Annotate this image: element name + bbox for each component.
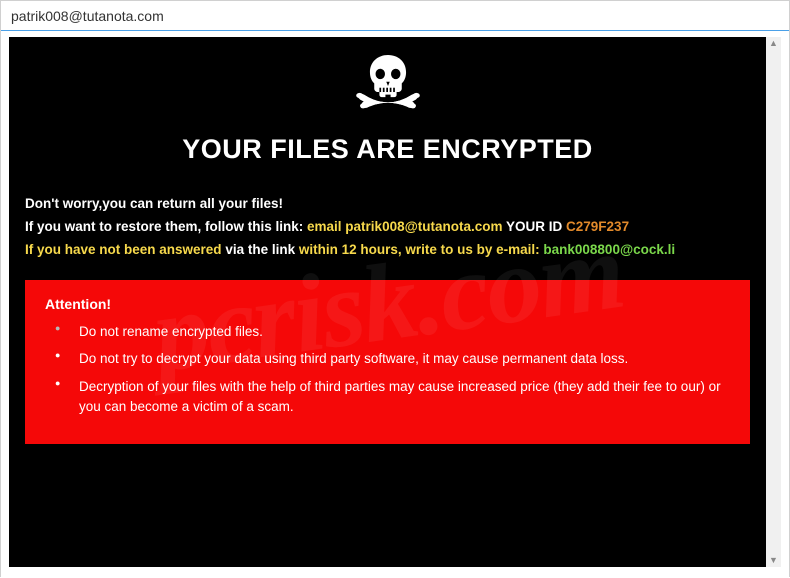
your-id-label: YOUR ID — [503, 219, 567, 234]
list-item: Decryption of your files with the help o… — [79, 377, 730, 416]
attention-box: Attention! Do not rename encrypted files… — [25, 280, 750, 444]
info-line-3-within: within 12 hours, write to us by e-mail: — [299, 242, 544, 257]
attention-label: Attention! — [45, 296, 730, 312]
window-title: patrik008@tutanota.com — [11, 8, 164, 24]
contact-email-secondary: bank008800@cock.li — [543, 242, 675, 257]
victim-id-value: C279F237 — [566, 219, 629, 234]
info-line-3: If you have not been answered via the li… — [25, 239, 750, 262]
contact-email-primary: email patrik008@tutanota.com — [307, 219, 502, 234]
attention-list: Do not rename encrypted files. Do not tr… — [45, 322, 730, 416]
window-titlebar: patrik008@tutanota.com — [1, 1, 789, 31]
scroll-up-icon[interactable]: ▲ — [769, 39, 778, 48]
info-line-1: Don't worry,you can return all your file… — [25, 193, 750, 216]
info-line-3-prefix: If you have not been answered — [25, 242, 225, 257]
skull-crossbones-icon — [345, 51, 431, 121]
content-wrapper: pcrisk.com YOUR FILES ARE ENCR — [1, 31, 789, 578]
headline: YOUR FILES ARE ENCRYPTED — [9, 134, 766, 165]
info-line-2: If you want to restore them, follow this… — [25, 216, 750, 239]
ransom-note-body: pcrisk.com YOUR FILES ARE ENCR — [9, 37, 766, 567]
scroll-down-icon[interactable]: ▼ — [769, 556, 778, 565]
info-line-3-mid: via the link — [225, 242, 299, 257]
list-item: Do not try to decrypt your data using th… — [79, 349, 730, 369]
info-line-2-prefix: If you want to restore them, follow this… — [25, 219, 307, 234]
skull-icon-wrap — [9, 51, 766, 126]
info-block: Don't worry,you can return all your file… — [25, 193, 750, 262]
vertical-scrollbar[interactable]: ▲ ▼ — [766, 37, 781, 567]
list-item: Do not rename encrypted files. — [79, 322, 730, 342]
